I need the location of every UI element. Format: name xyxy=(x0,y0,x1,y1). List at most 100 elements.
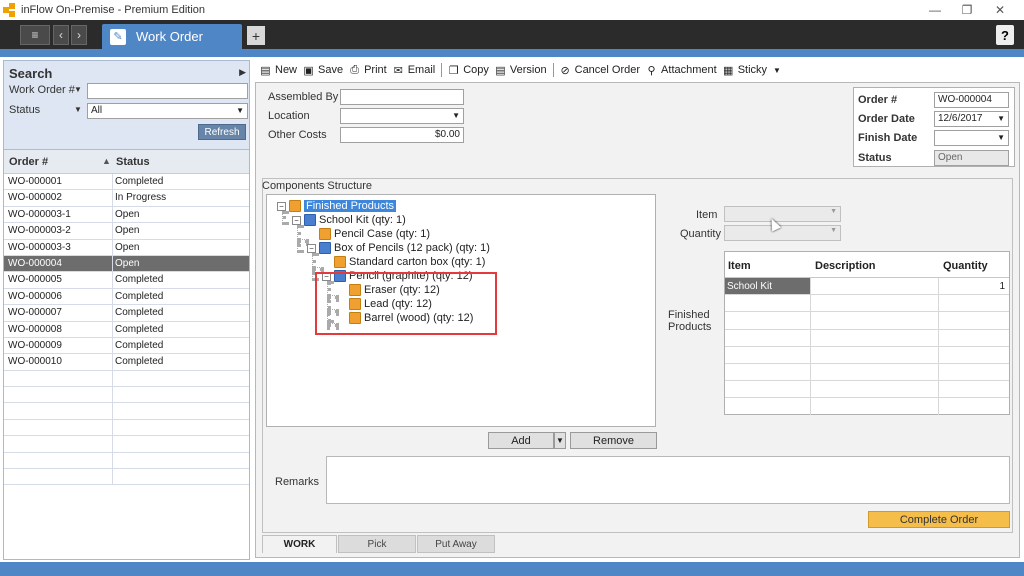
back-icon[interactable]: ‹ xyxy=(53,25,69,45)
table-row[interactable] xyxy=(725,347,1009,364)
attachment-button[interactable]: ⚲ Attachment xyxy=(646,64,717,77)
tab-pick[interactable]: Pick xyxy=(338,535,416,553)
collapse-icon[interactable]: − xyxy=(307,243,316,253)
table-cell-quantity[interactable]: 1 xyxy=(999,281,1005,292)
help-button[interactable]: ? xyxy=(996,25,1014,45)
sticky-button[interactable]: ▦ Sticky ▼ xyxy=(723,64,781,77)
table-cell-item[interactable]: School Kit xyxy=(725,278,810,295)
add-dropdown-icon[interactable]: ▼ xyxy=(554,432,566,449)
close-button[interactable]: ✕ xyxy=(980,0,1020,20)
remarks-textarea[interactable] xyxy=(326,456,1010,504)
order-number-cell: WO-000003-3 xyxy=(8,241,71,253)
cancel-order-button[interactable]: ⊘ Cancel Order xyxy=(560,64,641,77)
tree-node-finished-products[interactable]: − Finished Products xyxy=(277,200,397,212)
status-select[interactable]: All ▼ xyxy=(87,103,248,119)
status-label: Status xyxy=(858,152,892,164)
item-label: Item xyxy=(696,209,718,221)
tree-node-pencil-case[interactable]: Pencil Case (qty: 1) xyxy=(319,228,430,240)
column-order-number[interactable]: Order # xyxy=(9,156,48,168)
table-row[interactable] xyxy=(725,330,1009,347)
work-order-filter-icon[interactable]: ▼ xyxy=(74,85,82,94)
forward-icon[interactable]: › xyxy=(71,25,87,45)
other-costs-input[interactable]: $0.00 xyxy=(340,127,464,143)
column-divider xyxy=(112,239,113,255)
table-row[interactable] xyxy=(725,398,1009,415)
print-button[interactable]: ⎙ Print xyxy=(349,64,387,77)
order-list: Order # ▲ Status WO-000001 Completed WO-00… xyxy=(4,149,249,559)
title-bar: inFlow On-Premise - Premium Edition — ❐ … xyxy=(0,0,1024,20)
table-row[interactable]: School Kit 1 xyxy=(725,278,1009,296)
column-item[interactable]: Item xyxy=(728,260,751,272)
list-item[interactable]: WO-000005 Completed xyxy=(4,272,249,289)
list-item[interactable]: WO-000010 Completed xyxy=(4,354,249,371)
save-button[interactable]: ▣ Save xyxy=(303,64,343,77)
column-divider xyxy=(112,354,113,370)
list-item[interactable] xyxy=(4,469,249,486)
tab-work-order[interactable]: ✎ Work Order xyxy=(102,24,242,49)
tab-bar: ≡ ‹ › ✎ Work Order + ? xyxy=(0,20,1024,49)
add-button[interactable]: Add xyxy=(488,432,554,449)
assembled-by-input[interactable] xyxy=(340,89,464,105)
cancel-icon: ⊘ xyxy=(560,64,570,77)
column-divider xyxy=(112,272,113,288)
new-document-icon: ▤ xyxy=(260,64,271,77)
refresh-button[interactable]: Refresh xyxy=(198,124,246,140)
folder-icon xyxy=(289,200,301,212)
component-icon xyxy=(319,228,331,240)
collapse-arrow-icon[interactable]: ▶ xyxy=(239,67,246,78)
item-select[interactable]: ▼ xyxy=(724,206,841,222)
table-row[interactable] xyxy=(725,381,1009,399)
list-item[interactable]: WO-000007 Completed xyxy=(4,305,249,322)
menu-icon[interactable]: ≡ xyxy=(20,25,50,45)
list-item[interactable]: WO-000002 In Progress xyxy=(4,190,249,207)
remove-button[interactable]: Remove xyxy=(570,432,657,449)
list-item[interactable]: WO-000008 Completed xyxy=(4,321,249,338)
table-row[interactable] xyxy=(725,364,1009,382)
list-item[interactable]: WO-000003-1 Open xyxy=(4,206,249,224)
list-item[interactable] xyxy=(4,452,249,470)
order-number-cell: WO-000008 xyxy=(8,323,62,335)
list-item[interactable] xyxy=(4,419,249,437)
tree-node-box-of-pencils[interactable]: − Box of Pencils (12 pack) (qty: 1) xyxy=(307,242,490,254)
column-status[interactable]: Status xyxy=(116,156,150,168)
collapse-icon[interactable]: − xyxy=(277,201,286,211)
status-cell: In Progress xyxy=(115,192,167,204)
status-cell: Open xyxy=(115,257,140,269)
list-item[interactable]: WO-000003-2 Open xyxy=(4,223,249,240)
list-item[interactable] xyxy=(4,436,249,453)
table-row[interactable] xyxy=(725,312,1009,330)
table-row[interactable] xyxy=(725,295,1009,313)
chevron-down-icon: ▼ xyxy=(236,106,244,115)
list-item[interactable] xyxy=(4,387,249,404)
version-button[interactable]: ▤ Version xyxy=(495,64,546,77)
complete-order-button[interactable]: Complete Order xyxy=(868,511,1010,528)
new-button[interactable]: ▤ New xyxy=(260,64,297,77)
order-number-cell: WO-000001 xyxy=(8,176,62,187)
list-item[interactable]: WO-000001 Completed xyxy=(4,174,249,191)
column-description[interactable]: Description xyxy=(815,260,876,272)
collapse-icon[interactable]: − xyxy=(292,215,301,225)
column-quantity[interactable]: Quantity xyxy=(943,260,988,272)
list-item[interactable]: WO-000003-3 Open xyxy=(4,239,249,256)
status-filter-icon[interactable]: ▼ xyxy=(74,105,82,114)
tab-put-away[interactable]: Put Away xyxy=(417,535,495,553)
copy-button[interactable]: ❐ Copy xyxy=(448,64,489,77)
order-date-picker[interactable]: 12/6/2017 ▼ xyxy=(934,111,1009,127)
quantity-select[interactable]: ▼ xyxy=(724,225,841,241)
list-item[interactable]: WO-000006 Completed xyxy=(4,288,249,306)
list-item[interactable] xyxy=(4,403,249,420)
order-number-input[interactable]: WO-000004 xyxy=(934,92,1009,108)
location-select[interactable]: ▼ xyxy=(340,108,464,124)
tab-work[interactable]: WORK xyxy=(262,535,337,553)
email-button[interactable]: ✉ Email xyxy=(393,64,436,77)
column-divider xyxy=(112,321,113,337)
list-item[interactable]: WO-000004 Open xyxy=(4,255,249,273)
list-item[interactable] xyxy=(4,370,249,388)
add-tab-button[interactable]: + xyxy=(247,26,265,45)
tree-node-school-kit[interactable]: − School Kit (qty: 1) xyxy=(292,214,406,226)
list-item[interactable]: WO-000009 Completed xyxy=(4,337,249,355)
status-label: Status xyxy=(9,104,41,116)
finish-date-picker[interactable]: ▼ xyxy=(934,130,1009,146)
tree-node-standard-carton-box[interactable]: Standard carton box (qty: 1) xyxy=(334,256,485,268)
work-order-search-input[interactable] xyxy=(87,83,248,99)
